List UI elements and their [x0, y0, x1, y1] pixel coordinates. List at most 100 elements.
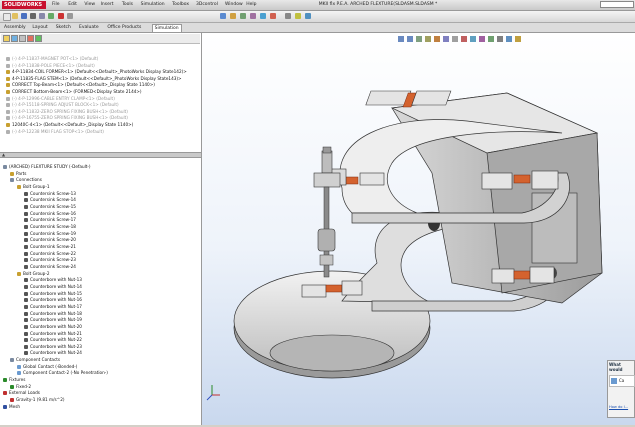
view-settings-icon[interactable]: [479, 36, 485, 42]
study-tree-item[interactable]: Parts: [10, 171, 26, 177]
search-help-input[interactable]: [600, 1, 634, 8]
section-view-hud-icon[interactable]: [425, 36, 431, 42]
tab-office-products[interactable]: Office Products: [105, 24, 143, 31]
study-tree-item[interactable]: Countersink Screw-21: [24, 244, 76, 250]
study-tree-item[interactable]: Counterbore with Nut-19: [24, 317, 82, 323]
display-style-hud-icon[interactable]: [443, 36, 449, 42]
menu-view[interactable]: View: [84, 2, 95, 7]
study-tree-item[interactable]: Countersink Screw-19: [24, 231, 76, 237]
tree-item[interactable]: CORRECT Bottom-Beam<1> (FORMED<Display S…: [6, 89, 142, 95]
display-style-icon[interactable]: [230, 13, 236, 19]
study-tree-item[interactable]: (ARCHED) FLEXTURE STUDY (-Default-): [3, 164, 91, 170]
study-tree-item[interactable]: Counterbore with Nut-14: [24, 284, 82, 290]
configurationmanager-tab-icon[interactable]: [19, 35, 26, 42]
study-tree-item[interactable]: Counterbore with Nut-17: [24, 304, 82, 310]
scene-icon[interactable]: [260, 13, 266, 19]
study-tree-item[interactable]: Countersink Screw-17: [24, 217, 76, 223]
tree-item[interactable]: (-) 4-P-11832-ZERO SPRING FIXING BUSH<1>…: [6, 109, 128, 115]
study-tree-item[interactable]: Gravity-1 (9.81 m/s^2): [10, 397, 65, 403]
tab-simulation[interactable]: Simulation: [151, 24, 182, 32]
zoom-to-fit-icon[interactable]: [398, 36, 404, 42]
study-tree-item[interactable]: Counterbore with Nut-13: [24, 277, 82, 283]
tab-assembly[interactable]: Assembly: [2, 24, 28, 31]
study-tree-item[interactable]: External Loads: [3, 390, 40, 396]
hide-show-items-icon[interactable]: [452, 36, 458, 42]
view-orientation-hud-icon[interactable]: [434, 36, 440, 42]
study-tree-item[interactable]: Counterbore with Nut-24: [24, 350, 82, 356]
tree-item[interactable]: CORRECT Top-Beam<1> (Default<<Default>_D…: [6, 82, 155, 88]
menu-insert[interactable]: Insert: [101, 2, 114, 7]
tree-item[interactable]: 4-P-11835-FLAG STEM<1> (Default<<Default…: [6, 76, 182, 82]
study-tree-item[interactable]: Bolt Group-1: [17, 184, 50, 190]
study-tree-item[interactable]: Fixtures: [3, 377, 25, 383]
tab-sketch[interactable]: Sketch: [54, 24, 73, 31]
menu-window[interactable]: Window: [225, 2, 243, 7]
study-tree-item[interactable]: Mesh: [3, 404, 20, 410]
menu-help[interactable]: Help: [246, 2, 256, 7]
realview-icon[interactable]: [488, 36, 494, 42]
new-document-icon[interactable]: [3, 13, 11, 21]
study-tree-item[interactable]: Countersink Screw-20: [24, 237, 76, 243]
tree-item[interactable]: (-) 4-P-12996-CABLE ENTRY CLAMP<1> (Defa…: [6, 96, 115, 102]
undo-icon[interactable]: [39, 13, 45, 19]
tree-item[interactable]: (-) 4-P-15118-SPRING ADJUST BLOCK<1> (De…: [6, 102, 119, 108]
task-pane-item[interactable]: Ca: [609, 375, 635, 387]
study-tree-item[interactable]: Component Contacts: [10, 357, 60, 363]
menu-file[interactable]: File: [52, 2, 60, 7]
simulation-tab-icon[interactable]: [35, 35, 42, 42]
study-tree-item[interactable]: Counterbore with Nut-20: [24, 324, 82, 330]
view-orientation-icon[interactable]: [220, 13, 226, 19]
study-tree-item[interactable]: Component Contact-2 (-No Penetration-): [17, 370, 108, 376]
study-tree-item[interactable]: Counterbore with Nut-15: [24, 291, 82, 297]
menu-edit[interactable]: Edit: [68, 2, 77, 7]
study-tree-item[interactable]: Countersink Screw-13: [24, 191, 76, 197]
tree-item[interactable]: 12040C-4<1> (Default<<Default>_Display S…: [6, 122, 133, 128]
rotate-icon[interactable]: [285, 13, 291, 19]
open-folder-icon[interactable]: [12, 13, 18, 19]
study-tree-item[interactable]: Bolt Group-2: [17, 271, 50, 277]
study-tree-item[interactable]: Countersink Screw-15: [24, 204, 76, 210]
previous-view-icon[interactable]: [416, 36, 422, 42]
study-tree-item[interactable]: Connections: [10, 177, 42, 183]
tree-item[interactable]: (-) 4-P-16755-ZERO SPRING FIXING BUSH<1>…: [6, 115, 128, 121]
print-icon[interactable]: [30, 13, 36, 19]
appearance-icon[interactable]: [250, 13, 256, 19]
save-icon[interactable]: [21, 13, 27, 19]
menu-toolbox[interactable]: Toolbox: [172, 2, 189, 7]
dimxpert-tab-icon[interactable]: [27, 35, 34, 42]
menu-simulation[interactable]: Simulation: [141, 2, 165, 7]
study-tree-item[interactable]: Counterbore with Nut-21: [24, 331, 82, 337]
menu-3dcontrol[interactable]: 3Dcontrol: [196, 2, 218, 7]
study-tree-item[interactable]: Countersink Screw-22: [24, 251, 76, 257]
study-tree-item[interactable]: Counterbore with Nut-18: [24, 311, 82, 317]
study-tree-item[interactable]: Counterbore with Nut-22: [24, 337, 82, 343]
tree-item[interactable]: (-) 4-P-12238 MKII FLAG STOP<1> (Default…: [6, 129, 104, 135]
menu-tools[interactable]: Tools: [122, 2, 133, 7]
propertymanager-tab-icon[interactable]: [11, 35, 18, 42]
study-tree-item[interactable]: Countersink Screw-14: [24, 197, 76, 203]
featuremanager-tab-icon[interactable]: [3, 35, 10, 42]
section-view-icon[interactable]: [240, 13, 246, 19]
study-tree-item[interactable]: Countersink Screw-18: [24, 224, 76, 230]
tree-item[interactable]: (-) 4-P-11837-MAGNET POT<1> (Default): [6, 56, 98, 62]
panel-splitter[interactable]: ▲: [0, 152, 201, 158]
ambient-occlusion-icon[interactable]: [506, 36, 512, 42]
select-icon[interactable]: [48, 13, 54, 19]
study-tree-item[interactable]: Countersink Screw-24: [24, 264, 76, 270]
study-tree-item[interactable]: Countersink Screw-16: [24, 211, 76, 217]
rebuild-icon[interactable]: [58, 13, 64, 19]
measure-icon[interactable]: [295, 13, 301, 19]
tab-evaluate[interactable]: Evaluate: [77, 24, 101, 31]
edit-appearance-icon[interactable]: [461, 36, 467, 42]
collapse-icon[interactable]: ▲: [2, 153, 5, 157]
tree-item[interactable]: (-) 4-P-11838-POLE PIECE<1> (Default): [6, 63, 95, 69]
mass-properties-icon[interactable]: [305, 13, 311, 19]
tree-item[interactable]: 4-P-11834-COIL FORMER<1> (Default<<Defau…: [6, 69, 187, 75]
study-tree-item[interactable]: Global Contact (-Bonded-): [17, 364, 77, 370]
solidworks-logo[interactable]: SOLIDWORKS: [2, 1, 46, 9]
graphics-area[interactable]: [202, 33, 635, 425]
study-tree-item[interactable]: Countersink Screw-23: [24, 257, 76, 263]
apply-scene-icon[interactable]: [470, 36, 476, 42]
study-tree-item[interactable]: Counterbore with Nut-16: [24, 297, 82, 303]
tab-layout[interactable]: Layout: [30, 24, 49, 31]
